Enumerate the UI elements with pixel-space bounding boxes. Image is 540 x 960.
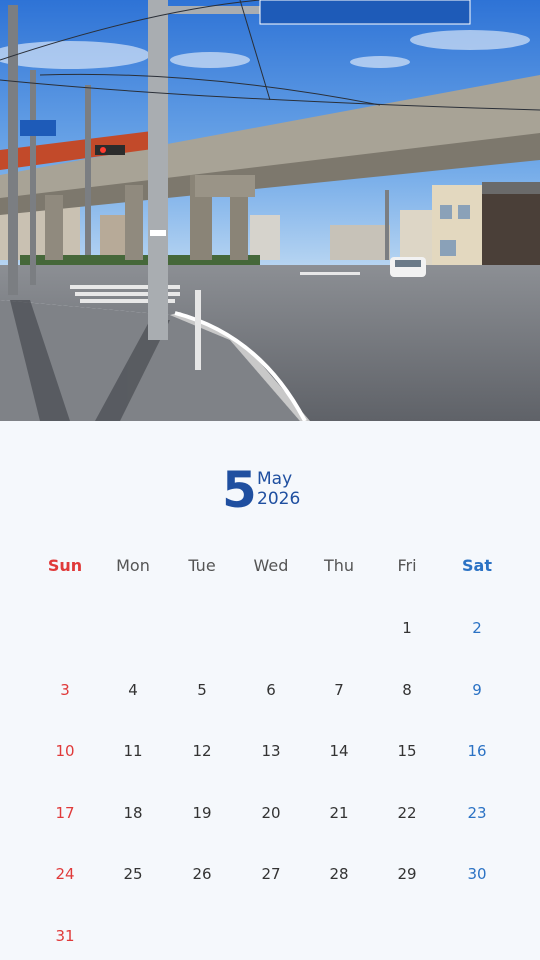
white-car [390, 257, 426, 277]
date-cell[interactable]: 30 [443, 864, 511, 884]
date-cell[interactable]: 6 [237, 680, 305, 700]
weekday-mon: Mon [116, 556, 150, 575]
month-name: May [257, 469, 293, 489]
date-cell[interactable]: 21 [305, 803, 373, 823]
date-cell[interactable]: 22 [373, 803, 441, 823]
date-cell[interactable]: 5 [168, 680, 236, 700]
date-cell[interactable]: 15 [373, 741, 441, 761]
date-cell[interactable]: 17 [31, 803, 99, 823]
weekday-fri: Fri [397, 556, 417, 575]
weekday-sat: Sat [462, 556, 492, 575]
date-cell[interactable]: 7 [305, 680, 373, 700]
weekday-tue: Tue [188, 556, 216, 575]
date-cell[interactable]: 27 [237, 864, 305, 884]
date-cell[interactable]: 12 [168, 741, 236, 761]
date-cell[interactable]: 10 [31, 741, 99, 761]
date-cell[interactable]: 18 [99, 803, 167, 823]
calendar: 5 May 2026 Sun Mon Tue Wed Thu Fri Sat 1234567… [0, 421, 540, 960]
month-number: 5 [222, 461, 257, 519]
date-cell[interactable]: 26 [168, 864, 236, 884]
date-cell[interactable]: 23 [443, 803, 511, 823]
weekday-thu: Thu [323, 556, 355, 575]
date-cell[interactable]: 14 [305, 741, 373, 761]
year: 2026 [257, 489, 301, 509]
date-cell[interactable]: 19 [168, 803, 236, 823]
weekday-wed: Wed [253, 556, 289, 575]
date-cell[interactable]: 9 [443, 680, 511, 700]
weekday-sun: Sun [47, 556, 83, 575]
street-photo [0, 0, 540, 421]
date-cell[interactable]: 1 [373, 618, 441, 638]
date-cell[interactable]: 28 [305, 864, 373, 884]
date-cell[interactable]: 3 [31, 680, 99, 700]
date-cell[interactable]: 20 [237, 803, 305, 823]
date-cell[interactable]: 31 [31, 926, 99, 946]
date-cell[interactable]: 8 [373, 680, 441, 700]
date-cell[interactable]: 11 [99, 741, 167, 761]
date-cell[interactable]: 13 [237, 741, 305, 761]
date-cell[interactable]: 16 [443, 741, 511, 761]
date-cell[interactable]: 4 [99, 680, 167, 700]
date-cell[interactable]: 24 [31, 864, 99, 884]
date-cell[interactable]: 29 [373, 864, 441, 884]
date-cell[interactable]: 2 [443, 618, 511, 638]
date-cell[interactable]: 25 [99, 864, 167, 884]
traffic-signal [95, 145, 125, 155]
